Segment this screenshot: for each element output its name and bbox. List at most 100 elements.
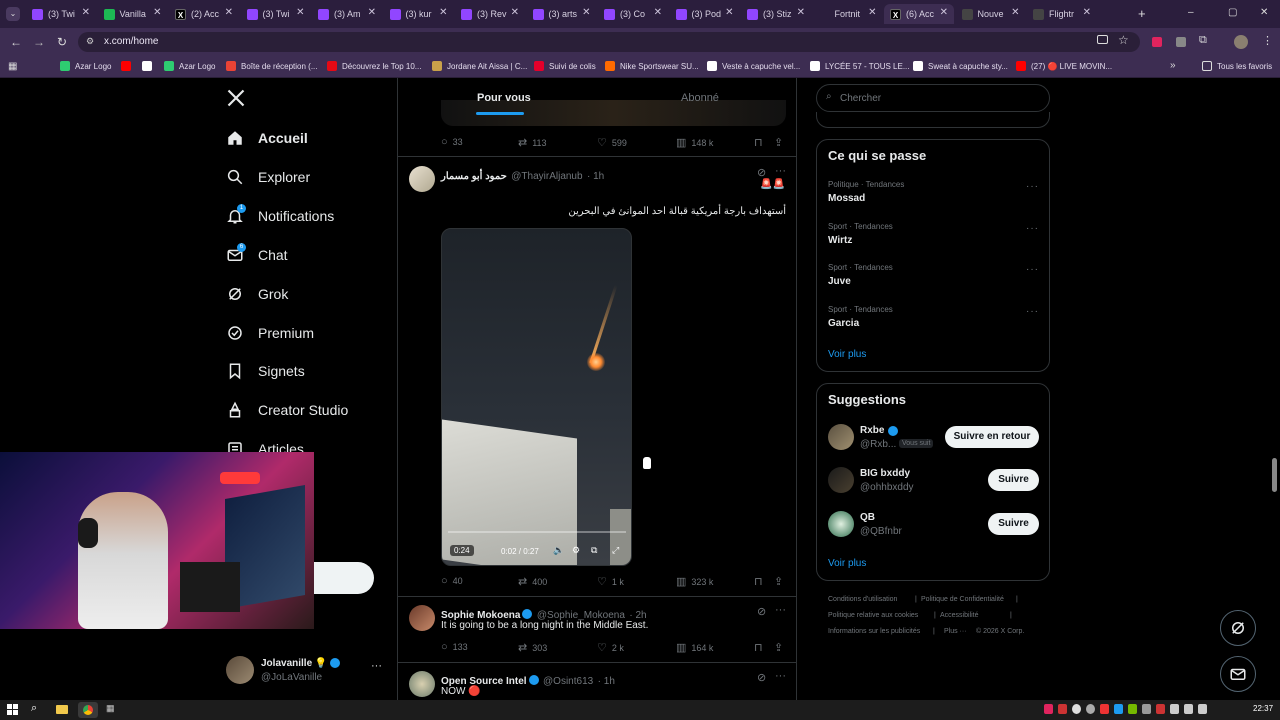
tray-app3-icon[interactable] [1156,704,1165,714]
site-info-icon[interactable]: ⚙ [86,36,94,47]
tab-close-icon[interactable]: ✕ [797,7,805,18]
view-count[interactable]: ▥ 323 k [676,575,713,588]
browser-tab[interactable]: (3) Am ✕ [312,4,382,24]
tab-close-icon[interactable]: ✕ [654,7,662,18]
browser-tab[interactable]: (3) Twi ✕ [241,4,311,24]
tweet-author-name[interactable]: حمود أبو مسمار [441,171,507,182]
omnibox[interactable] [78,32,1140,52]
tab-close-icon[interactable]: ✕ [82,7,90,18]
browser-tab[interactable]: (3) Co ✕ [598,4,668,24]
file-explorer-icon[interactable] [56,705,68,714]
tab-close-icon[interactable]: ✕ [725,7,733,18]
terminal-icon[interactable]: ▦ [106,703,115,714]
nav-item-premium[interactable]: Premium [226,320,314,346]
nav-item-signets[interactable]: Signets [226,358,305,384]
volume-icon[interactable] [1184,704,1193,714]
grok-fab[interactable] [1220,610,1256,646]
share-icon[interactable]: ⇪ [774,575,788,588]
nav-item-creator-studio[interactable]: Creator Studio [226,397,348,423]
nav-item-explorer[interactable]: Explorer [226,164,310,190]
browser-tab[interactable]: (3) Pod ✕ [670,4,740,24]
repost-count[interactable]: ⇄ 400 [518,575,547,588]
trend-more-icon[interactable]: ··· [1026,223,1039,234]
bookmark-icon[interactable]: ⊓ [754,575,768,588]
suggestion-avatar[interactable] [828,424,854,450]
browser-tab[interactable]: (3) Rev ✕ [455,4,525,24]
tweet-more-icon[interactable]: ··· [775,670,786,682]
taskbar-search-icon[interactable]: ⌕ [31,702,37,715]
nvidia-icon[interactable] [1128,704,1137,714]
nav-item-grok[interactable]: Grok [226,281,288,307]
tray-app-icon[interactable] [1100,704,1109,714]
tray-app2-icon[interactable] [1142,704,1151,714]
tweet-video[interactable]: 0:24 0:02 / 0:27 🔈 ⚙ ⧉ ⤢ [441,228,632,566]
obs-icon[interactable] [1072,704,1081,714]
tab-abonne[interactable]: Abonné [681,92,719,104]
suggestion-handle[interactable]: @QBfnbr [860,526,902,537]
tab-search-button[interactable]: ⌄ [6,7,20,21]
tweet-author-handle[interactable]: @Osint613 [543,676,593,687]
trends-more-link[interactable]: Voir plus [828,349,866,360]
browser-menu-icon[interactable]: ⋮ [1262,34,1273,47]
footer-link[interactable]: Politique de Confidentialité [921,596,1004,603]
suggestion-handle[interactable]: @ohhbxddy [860,482,914,493]
steam-icon[interactable] [1086,704,1095,714]
trend-more-icon[interactable]: ··· [1026,181,1039,192]
bookmark-item[interactable]: Nike Sportswear SU... [605,61,699,71]
all-bookmarks-folder[interactable]: Tous les favoris [1202,61,1272,71]
pip-icon[interactable]: ⧉ [591,545,597,556]
tweet-avatar[interactable] [409,166,435,192]
prev-share-icon[interactable]: ⇪ [774,136,788,149]
tray-app4-icon[interactable] [1198,704,1207,714]
browser-tab[interactable]: Fortnit ✕ [813,4,883,24]
tweet-more-icon[interactable]: ··· [775,165,786,177]
prev-bookmark-icon[interactable]: ⊓ [754,136,768,149]
like-count[interactable]: ♡ 2 k [597,641,624,654]
chrome-taskbar-icon[interactable] [78,702,98,718]
tweet-author-handle[interactable]: @ThayirAljanub [511,171,582,182]
new-tab-button[interactable]: + [1138,6,1146,21]
nav-item-chat[interactable]: 6 Chat [226,242,288,268]
suggestion-handle[interactable]: @Rxb... [860,439,896,450]
tweet-time[interactable]: · 1h [587,171,604,182]
trend-name[interactable]: Wirtz [828,235,852,246]
minimize-button[interactable]: – [1188,7,1194,18]
prev-view-count[interactable]: ▥ 148 k [676,136,713,149]
browser-tab[interactable]: (3) Twi ✕ [26,4,96,24]
messages-fab[interactable] [1220,656,1256,692]
extensions-icon[interactable]: ⧉ [1199,34,1207,47]
view-count[interactable]: ▥ 164 k [676,641,713,654]
browser-tab[interactable]: X (6) Acc ✕ [884,4,954,24]
tab-pour-vous[interactable]: Pour vous [477,92,531,104]
footer-link[interactable]: Informations sur les publicités [828,628,920,635]
post-button-partial[interactable] [314,562,374,594]
tab-close-icon[interactable]: ✕ [225,7,233,18]
bookmark-item[interactable]: Jordane Ait Aissa | C... [432,61,527,71]
browser-tab[interactable]: Nouve ✕ [956,4,1026,24]
network-icon[interactable] [1170,704,1179,714]
grok-explain-icon[interactable]: ⊘ [757,671,766,684]
browser-tab[interactable]: X (2) Acc ✕ [169,4,239,24]
bookmarks-more-icon[interactable]: » [1170,60,1176,71]
forward-icon[interactable]: → [33,35,45,49]
suggestions-more-link[interactable]: Voir plus [828,558,866,569]
reload-icon[interactable]: ↻ [57,35,67,49]
tweet-time[interactable]: · 1h [598,676,615,687]
bookmark-item[interactable]: Boîte de réception (... [226,61,318,71]
follow-button[interactable]: Suivre [988,469,1039,492]
bookmark-icon[interactable]: ⊓ [754,641,768,654]
nav-item-accueil[interactable]: Accueil [226,125,308,151]
account-more-icon[interactable]: ··· [371,660,382,672]
account-switcher[interactable]: Jolavanille 💡 @JoLaVanille ··· [226,654,386,688]
tweet-avatar[interactable] [409,605,435,631]
bookmark-item[interactable] [121,61,136,71]
tab-close-icon[interactable]: ✕ [511,7,519,18]
trend-name[interactable]: Garcia [828,318,859,329]
tab-close-icon[interactable]: ✕ [868,7,876,18]
browser-tab[interactable]: Flightr ✕ [1027,4,1097,24]
prev-like-count[interactable]: ♡ 599 [597,136,627,149]
taskbar-clock[interactable]: 22:37 [1253,704,1273,713]
bookmark-item[interactable]: Suivi de colis [534,61,596,71]
page-scrollbar[interactable] [1272,458,1277,492]
tab-close-icon[interactable]: ✕ [153,7,161,18]
